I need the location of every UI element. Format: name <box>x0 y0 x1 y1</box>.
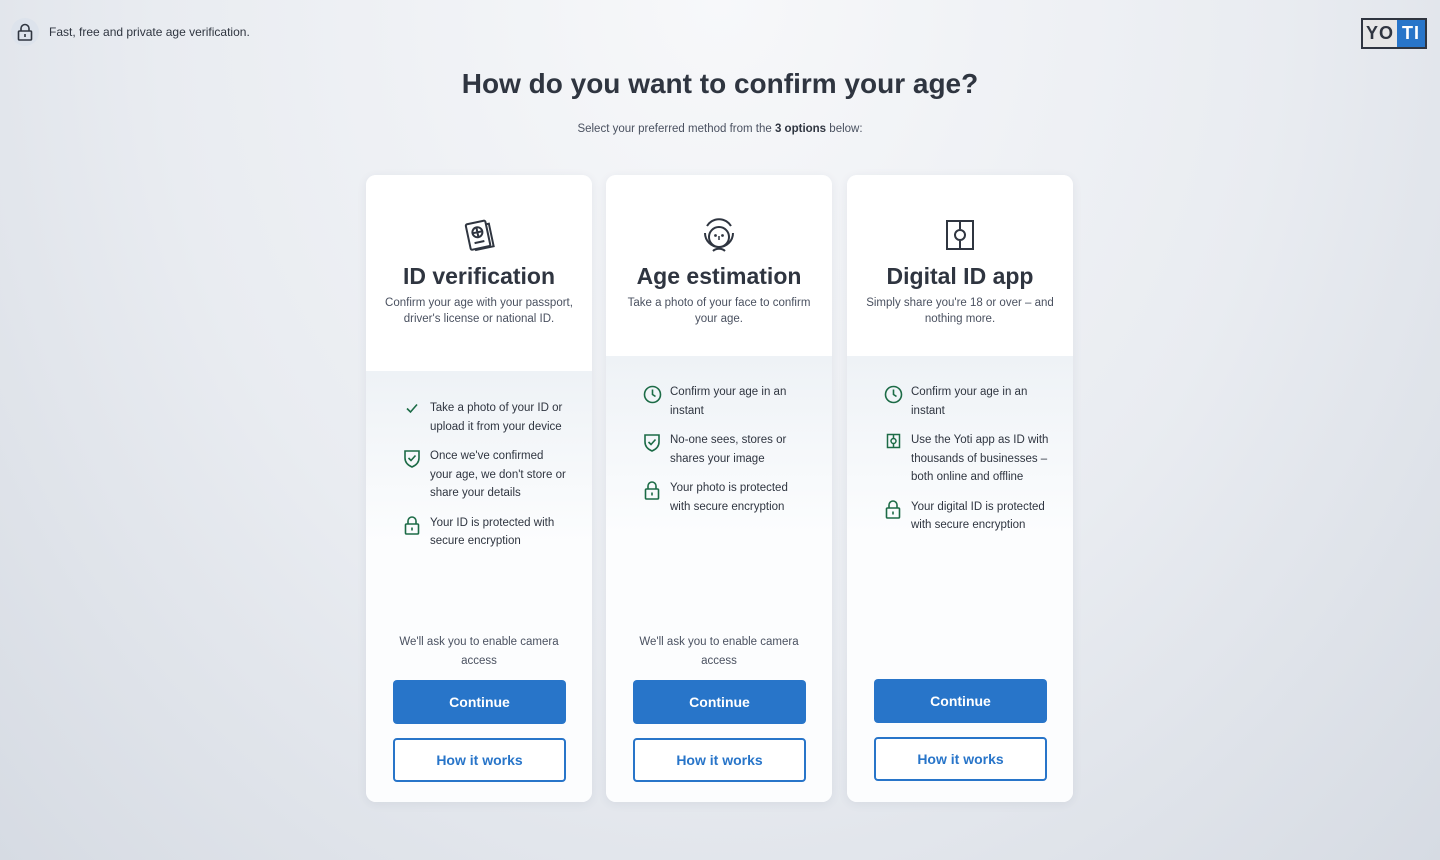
card-description: Take a photo of your face to confirm you… <box>627 297 811 325</box>
continue-button[interactable]: Continue <box>874 679 1047 723</box>
feature-text: Take a photo of your ID or upload it fro… <box>430 402 563 433</box>
shield-check-icon <box>402 447 422 503</box>
lock-icon <box>11 18 39 46</box>
card-details: Take a photo of your ID or upload it fro… <box>366 371 592 802</box>
page-subtitle: Select your preferred method from the 3 … <box>0 123 1440 135</box>
yoti-logo: YO TI <box>1361 18 1427 49</box>
page-title: How do you want to confirm your age? <box>461 68 979 99</box>
card-details: Confirm your age in an instant Use the Y… <box>847 356 1073 802</box>
shield-check-icon <box>642 431 662 468</box>
card-age-estimation: Age estimation Take a photo of your face… <box>606 175 832 802</box>
list-item: Confirm your age in an instant <box>883 383 1049 420</box>
card-digital-id-app: Digital ID app Simply share you're 18 or… <box>847 175 1073 802</box>
how-it-works-button[interactable]: How it works <box>393 738 566 782</box>
face-icon <box>704 218 734 252</box>
digital-id-icon <box>883 431 903 487</box>
logo-left: YO <box>1363 20 1397 47</box>
card-details: Confirm your age in an instant No-one se… <box>606 356 832 802</box>
digital-id-icon <box>946 220 974 250</box>
feature-text: Your digital ID is protected with secure… <box>911 500 1045 532</box>
feature-list: Confirm your age in an instant Use the Y… <box>847 356 1073 535</box>
check-icon <box>402 399 422 436</box>
list-item: Once we've confirmed your age, we don't … <box>402 447 568 503</box>
feature-text: Confirm your age in an instant <box>911 386 1028 417</box>
feature-text: Use the Yoti app as ID with thousands of… <box>911 434 1049 483</box>
logo-right: TI <box>1397 20 1425 47</box>
feature-text: No-one sees, stores or shares your image <box>670 434 787 465</box>
feature-text: Confirm your age in an instant <box>670 386 787 417</box>
list-item: Your ID is protected with secure encrypt… <box>402 514 568 551</box>
clock-icon <box>642 383 662 420</box>
list-item: Your photo is protected with secure encr… <box>642 479 808 516</box>
list-item: Confirm your age in an instant <box>642 383 808 420</box>
camera-note: We'll ask you to enable camera access <box>639 636 799 667</box>
list-item: Take a photo of your ID or upload it fro… <box>402 399 568 436</box>
top-bar: Fast, free and private age verification. <box>11 18 250 46</box>
lock-icon <box>642 479 662 516</box>
card-description: Confirm your age with your passport, dri… <box>385 297 573 325</box>
card-title: Age estimation <box>636 263 802 289</box>
card-id-verification: ID verification Confirm your age with yo… <box>366 175 592 802</box>
camera-note: We'll ask you to enable camera access <box>399 636 559 667</box>
card-title: Digital ID app <box>886 263 1034 289</box>
subtitle-post: below: <box>829 123 863 135</box>
passport-icon <box>464 219 495 252</box>
lock-icon <box>402 514 422 551</box>
feature-list: Take a photo of your ID or upload it fro… <box>366 371 592 551</box>
how-it-works-button[interactable]: How it works <box>874 737 1047 781</box>
continue-button[interactable]: Continue <box>633 680 806 724</box>
lock-icon <box>883 498 903 535</box>
feature-text: Your photo is protected with secure encr… <box>670 482 788 513</box>
how-it-works-button[interactable]: How it works <box>633 738 806 782</box>
card-description: Simply share you're 18 or over – and not… <box>866 297 1054 325</box>
card-title: ID verification <box>402 263 556 289</box>
clock-icon <box>883 383 903 420</box>
tagline: Fast, free and private age verification. <box>49 25 250 39</box>
list-item: No-one sees, stores or shares your image <box>642 431 808 468</box>
list-item: Use the Yoti app as ID with thousands of… <box>883 431 1049 487</box>
feature-text: Your ID is protected with secure encrypt… <box>430 516 555 548</box>
feature-text: Once we've confirmed your age, we don't … <box>430 450 566 499</box>
subtitle-bold: 3 options <box>774 123 827 135</box>
list-item: Your digital ID is protected with secure… <box>883 498 1049 535</box>
continue-button[interactable]: Continue <box>393 680 566 724</box>
subtitle-pre: Select your preferred method from the <box>577 123 772 135</box>
feature-list: Confirm your age in an instant No-one se… <box>606 356 832 516</box>
